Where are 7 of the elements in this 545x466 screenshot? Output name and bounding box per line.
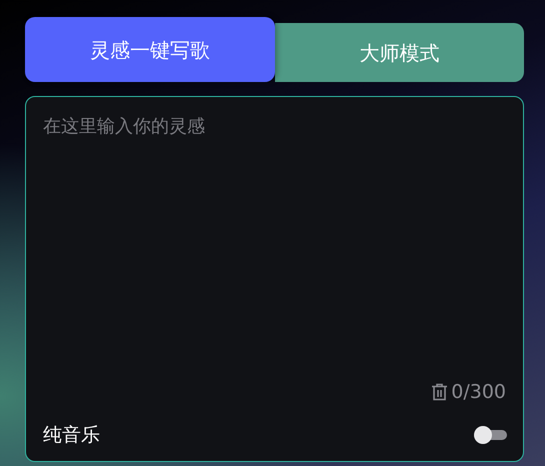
- inspiration-input-panel[interactable]: 在这里输入你的灵感 0/300 纯音乐: [25, 96, 524, 462]
- trash-icon[interactable]: [431, 383, 448, 402]
- instrumental-label: 纯音乐: [43, 422, 100, 448]
- character-counter: 0/300: [451, 380, 506, 405]
- mode-tab[interactable]: 灵感一键写歌: [25, 17, 274, 82]
- mode-tab[interactable]: 大师模式: [274, 23, 524, 82]
- inspiration-input-field[interactable]: 在这里输入你的灵感: [43, 113, 506, 378]
